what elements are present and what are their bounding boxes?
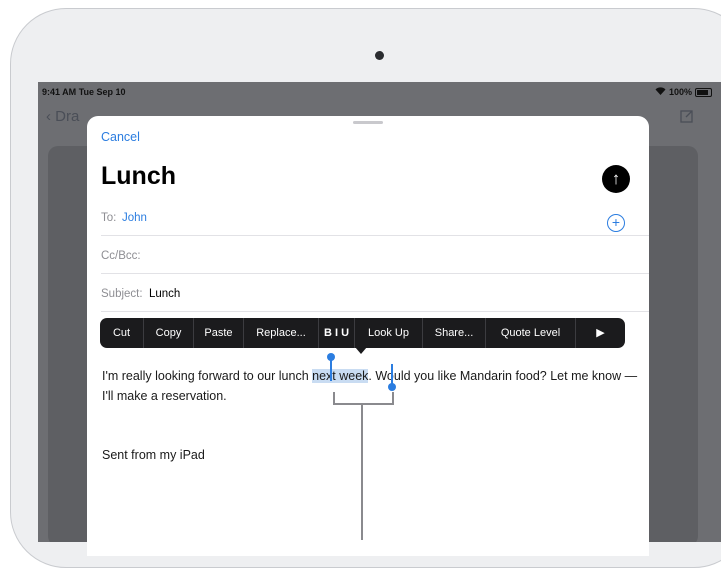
menu-item-format[interactable]: B I U — [319, 318, 355, 348]
compose-icon[interactable] — [680, 109, 694, 127]
menu-item-cut[interactable]: Cut — [100, 318, 144, 348]
callout-line — [361, 405, 363, 540]
plus-circle-icon: + — [611, 214, 621, 230]
menu-item-replace[interactable]: Replace... — [244, 318, 319, 348]
selection-end-line — [391, 364, 393, 385]
wifi-icon — [655, 87, 666, 97]
cancel-button[interactable]: Cancel — [101, 130, 140, 144]
cc-bcc-field[interactable]: Cc/Bcc: — [101, 238, 649, 274]
subject-value[interactable]: Lunch — [149, 288, 180, 300]
menu-item-copy[interactable]: Copy — [144, 318, 194, 348]
battery-percent: 100% — [668, 87, 692, 97]
selected-text[interactable]: next week — [312, 369, 369, 383]
menu-pointer — [355, 347, 367, 354]
chevron-left-icon: ‹ — [46, 108, 51, 125]
to-label: To: — [101, 212, 117, 224]
status-bar: 9:41 AM Tue Sep 10 100% — [38, 82, 721, 102]
add-recipient-button[interactable]: + — [607, 214, 625, 232]
signature-text: Sent from my iPad — [102, 448, 205, 462]
cc-bcc-label: Cc/Bcc: — [101, 250, 141, 262]
front-camera — [375, 51, 384, 60]
status-time: 9:41 AM Tue Sep 10 — [42, 87, 126, 97]
menu-item-quote-level[interactable]: Quote Level — [486, 318, 576, 348]
to-field[interactable]: To: John — [101, 200, 649, 236]
arrow-up-icon: ↑ — [611, 169, 621, 188]
status-indicators: 100% — [655, 87, 712, 97]
background-back-button[interactable]: ‹ Dra — [46, 108, 79, 125]
status-date-text: Tue Sep 10 — [78, 87, 126, 97]
send-button[interactable]: ↑ — [602, 165, 630, 193]
compose-title: Lunch — [101, 162, 176, 190]
battery-icon — [695, 87, 712, 97]
menu-item-share[interactable]: Share... — [423, 318, 486, 348]
selection-start-line — [330, 359, 332, 381]
subject-label: Subject: — [101, 288, 143, 300]
background-back-label: Dra — [55, 108, 80, 125]
status-time-text: 9:41 AM — [42, 87, 77, 97]
subject-field[interactable]: Subject: Lunch — [101, 276, 649, 312]
edit-menu: Cut Copy Paste Replace... B I U Look Up … — [100, 318, 625, 348]
to-recipient[interactable]: John — [122, 212, 147, 224]
menu-more-arrow-icon[interactable]: ▶ — [576, 318, 625, 348]
sheet-grabber[interactable] — [353, 121, 383, 124]
menu-item-paste[interactable]: Paste — [194, 318, 244, 348]
menu-item-look-up[interactable]: Look Up — [355, 318, 423, 348]
body-text-before: I'm really looking forward to our lunch — [102, 369, 313, 383]
selection-end-handle[interactable] — [388, 383, 396, 391]
callout-bracket — [333, 392, 394, 405]
